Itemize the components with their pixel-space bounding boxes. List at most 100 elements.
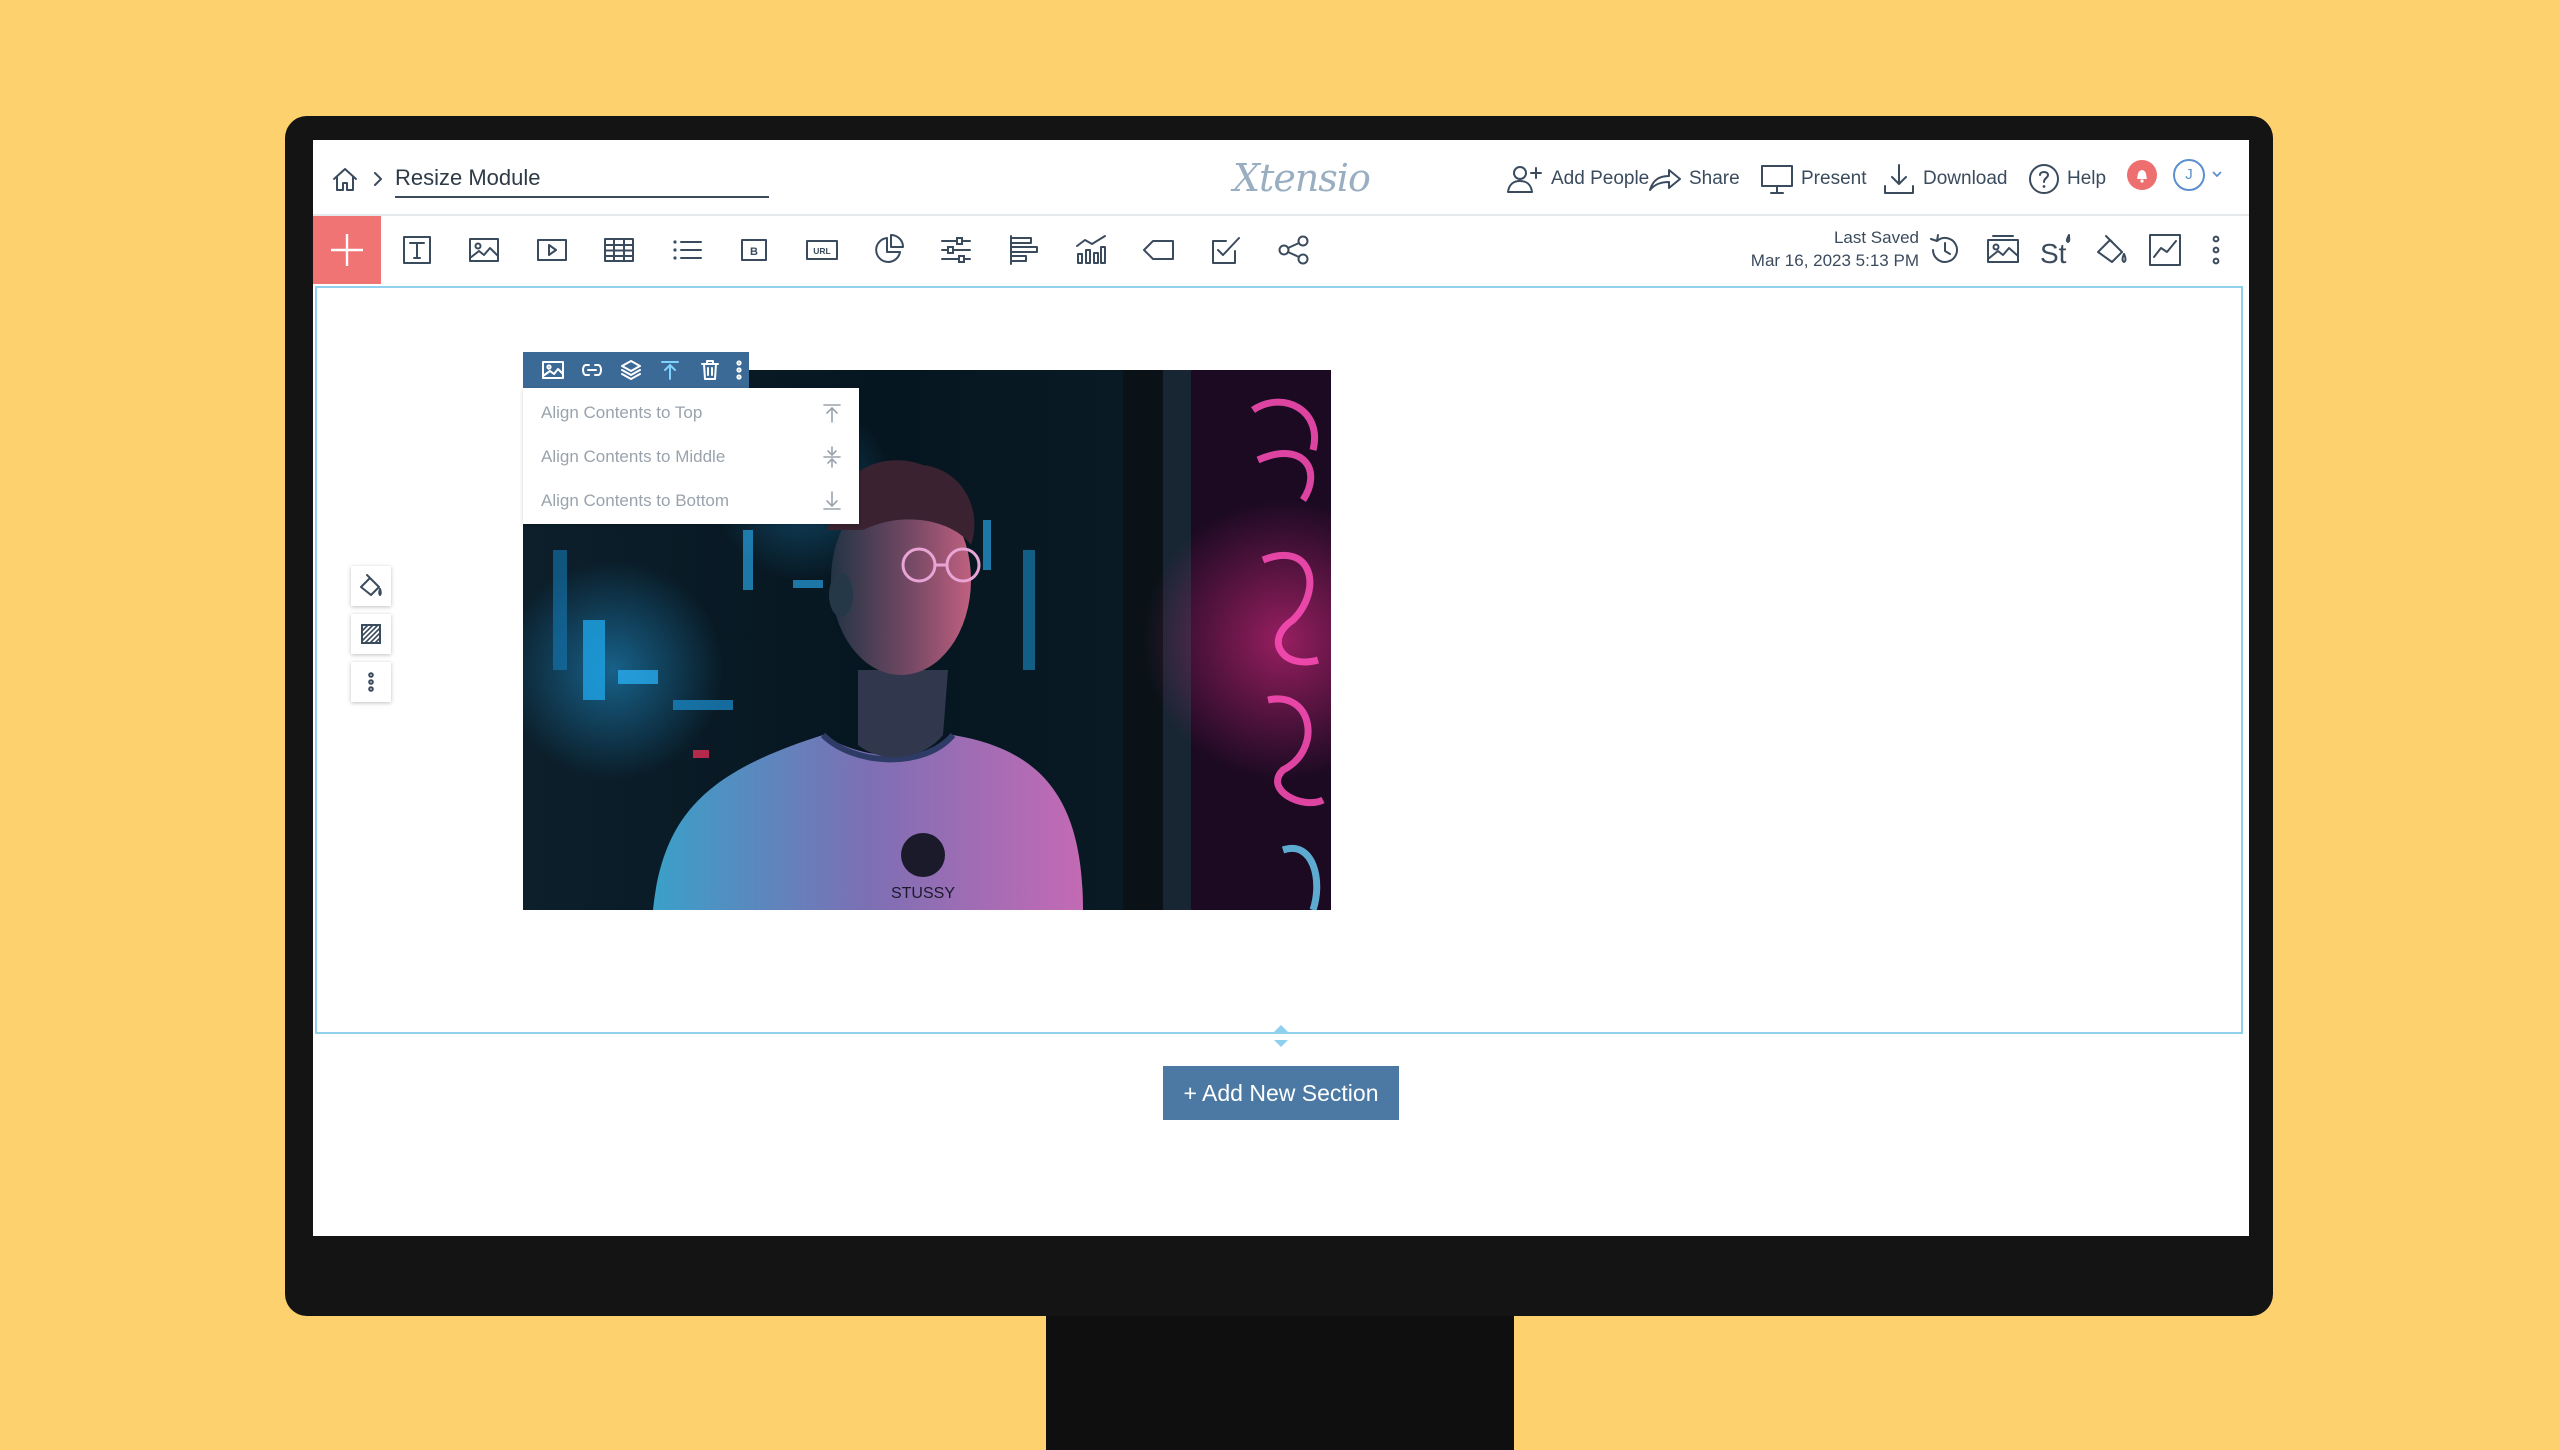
image-toolbar-link[interactable] <box>572 352 611 388</box>
analytics-button[interactable] <box>2145 230 2185 270</box>
more-options-button[interactable] <box>2196 230 2236 270</box>
tool-sliders[interactable] <box>936 230 976 270</box>
trash-icon <box>700 360 719 380</box>
monitor-frame: Resize Module Xtensio Add People Share P… <box>285 116 2273 1316</box>
more-vertical-icon <box>368 672 374 692</box>
monitor-icon <box>1761 165 1793 194</box>
share-arrow-icon <box>1649 169 1681 191</box>
download-label: Download <box>1923 168 2008 189</box>
paint-button[interactable] <box>2091 230 2131 270</box>
share-button[interactable]: Share <box>1647 162 1740 196</box>
tool-table[interactable] <box>599 230 639 270</box>
brand-logo: Xtensio <box>1233 156 1371 200</box>
table-icon <box>604 238 634 262</box>
more-vertical-icon <box>736 360 742 380</box>
last-saved-label: Last Saved <box>1833 228 1919 247</box>
image-toolbar-delete[interactable] <box>690 352 729 388</box>
sliders-icon <box>941 237 971 263</box>
module-toolbar: B URL Last Saved Mar 16, 2023 5:13 PM St <box>313 216 2249 284</box>
last-saved-info: Last Saved Mar 16, 2023 5:13 PM <box>1751 226 1919 272</box>
chart-icon <box>1076 235 1106 264</box>
list-icon <box>673 240 702 260</box>
notification-badge[interactable] <box>2127 160 2157 190</box>
image-toolbar-image[interactable] <box>533 352 572 388</box>
plus-icon <box>331 234 363 266</box>
tool-bar-align[interactable] <box>1004 230 1044 270</box>
user-avatar[interactable]: J <box>2173 159 2205 191</box>
menu-item-align-top[interactable]: Align Contents to Top <box>523 391 859 435</box>
present-label: Present <box>1801 168 1867 189</box>
document-title[interactable]: Resize Module <box>395 164 769 198</box>
svg-text:URL: URL <box>813 246 830 256</box>
download-icon <box>1884 164 1914 194</box>
paint-bucket-icon <box>2097 235 2127 263</box>
history-icon <box>1930 234 1958 263</box>
present-button[interactable]: Present <box>1759 162 1866 196</box>
image-toolbar-more[interactable] <box>729 352 749 388</box>
tool-video[interactable] <box>532 230 572 270</box>
align-middle-icon <box>823 446 841 468</box>
chevron-down-icon[interactable] <box>2210 168 2224 180</box>
paint-bucket-icon <box>360 574 382 596</box>
tool-chart[interactable] <box>1071 230 1111 270</box>
layers-icon <box>621 360 642 380</box>
add-module-button[interactable] <box>313 216 381 284</box>
tool-share-network[interactable] <box>1274 230 1314 270</box>
menu-item-label: Align Contents to Top <box>541 403 703 422</box>
checkbox-edit-icon <box>1212 237 1240 264</box>
menu-item-align-middle[interactable]: Align Contents to Middle <box>523 435 859 479</box>
style-button[interactable]: St <box>2037 230 2077 270</box>
last-saved-date: Mar 16, 2023 5:13 PM <box>1750 251 1919 270</box>
tool-url[interactable]: URL <box>802 230 842 270</box>
tool-button[interactable]: B <box>734 230 774 270</box>
home-icon[interactable] <box>330 164 360 194</box>
tool-text[interactable] <box>397 230 437 270</box>
align-contents-menu: Align Contents to Top Align Contents to … <box>523 388 859 524</box>
image-toolbar-align-top[interactable] <box>651 352 690 388</box>
history-button[interactable] <box>1925 230 1965 270</box>
tool-list[interactable] <box>667 230 707 270</box>
align-top-icon <box>661 361 680 380</box>
chevron-right-icon <box>374 172 382 186</box>
app-header: Resize Module Xtensio Add People Share P… <box>313 140 2249 216</box>
add-people-label: Add People <box>1551 168 1650 189</box>
tool-tag[interactable] <box>1139 230 1179 270</box>
tool-pie-chart[interactable] <box>869 230 909 270</box>
analytics-icon <box>2149 234 2181 266</box>
tag-icon <box>1143 240 1174 260</box>
section-side-tools <box>351 566 391 710</box>
tool-checkbox-edit[interactable] <box>1206 230 1246 270</box>
tool-image[interactable] <box>464 230 504 270</box>
text-box-icon <box>403 236 431 264</box>
align-bottom-icon <box>823 491 841 510</box>
menu-item-align-bottom[interactable]: Align Contents to Bottom <box>523 479 859 523</box>
image-icon <box>469 238 499 262</box>
menu-item-label: Align Contents to Bottom <box>541 491 730 510</box>
section-pattern-button[interactable] <box>351 614 391 654</box>
section-color-button[interactable] <box>351 566 391 606</box>
shirt-text: STUSSY <box>891 885 955 902</box>
button-icon: B <box>741 239 767 261</box>
svg-text:B: B <box>750 246 758 258</box>
help-circle-icon <box>2029 164 2059 194</box>
section-more-button[interactable] <box>351 662 391 702</box>
add-person-icon <box>1507 166 1542 193</box>
add-new-section-button[interactable]: + Add New Section <box>1163 1066 1399 1120</box>
bell-icon <box>2137 170 2147 183</box>
image-toolbar-layers[interactable] <box>612 352 651 388</box>
download-button[interactable]: Download <box>1881 162 2008 196</box>
help-button[interactable]: Help <box>2027 162 2106 196</box>
add-people-button[interactable]: Add People <box>1505 162 1649 196</box>
svg-text:St: St <box>2040 238 2067 268</box>
menu-item-label: Align Contents to Middle <box>541 447 726 466</box>
app-screen: Resize Module Xtensio Add People Share P… <box>313 140 2249 1236</box>
share-label: Share <box>1689 168 1740 189</box>
link-icon <box>581 364 602 376</box>
background-image-button[interactable] <box>1983 230 2023 270</box>
pattern-icon <box>361 624 381 644</box>
url-icon: URL <box>806 240 838 260</box>
image-toolbar <box>523 352 749 388</box>
section-resize-handle[interactable] <box>1269 1022 1293 1050</box>
style-icon: St <box>2040 234 2071 268</box>
align-top-icon <box>823 404 841 423</box>
